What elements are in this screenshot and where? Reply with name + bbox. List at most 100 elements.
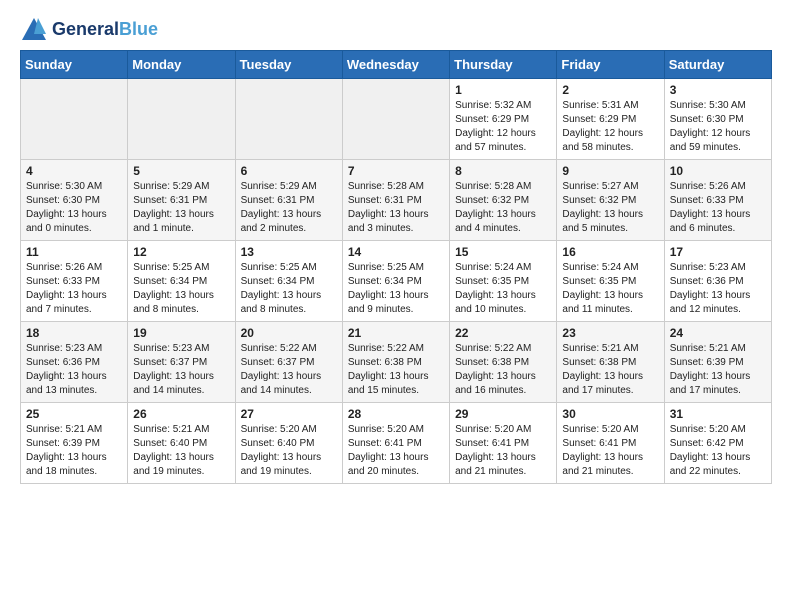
day-number: 27 xyxy=(241,407,337,421)
day-number: 2 xyxy=(562,83,658,97)
day-number: 4 xyxy=(26,164,122,178)
day-number: 21 xyxy=(348,326,444,340)
day-info: Sunrise: 5:24 AM Sunset: 6:35 PM Dayligh… xyxy=(562,261,658,317)
day-number: 22 xyxy=(455,326,551,340)
day-info: Sunrise: 5:30 AM Sunset: 6:30 PM Dayligh… xyxy=(26,180,122,236)
day-number: 26 xyxy=(133,407,229,421)
day-number: 29 xyxy=(455,407,551,421)
column-header-tuesday: Tuesday xyxy=(235,51,342,79)
day-info: Sunrise: 5:20 AM Sunset: 6:41 PM Dayligh… xyxy=(348,423,444,479)
day-number: 14 xyxy=(348,245,444,259)
day-number: 12 xyxy=(133,245,229,259)
calendar-cell: 15 Sunrise: 5:24 AM Sunset: 6:35 PM Dayli… xyxy=(450,241,557,322)
calendar-cell: 29 Sunrise: 5:20 AM Sunset: 6:41 PM Dayli… xyxy=(450,403,557,484)
day-info: Sunrise: 5:26 AM Sunset: 6:33 PM Dayligh… xyxy=(670,180,766,236)
column-header-saturday: Saturday xyxy=(664,51,771,79)
day-info: Sunrise: 5:27 AM Sunset: 6:32 PM Dayligh… xyxy=(562,180,658,236)
day-number: 16 xyxy=(562,245,658,259)
day-info: Sunrise: 5:31 AM Sunset: 6:29 PM Dayligh… xyxy=(562,99,658,155)
calendar-cell: 24Sunrise: 5:21 AM Sunset: 6:39 PM Dayli… xyxy=(664,322,771,403)
day-info: Sunrise: 5:25 AM Sunset: 6:34 PM Dayligh… xyxy=(241,261,337,317)
calendar-cell: 14 Sunrise: 5:25 AM Sunset: 6:34 PM Dayli… xyxy=(342,241,449,322)
column-header-monday: Monday xyxy=(128,51,235,79)
day-number: 30 xyxy=(562,407,658,421)
day-number: 31 xyxy=(670,407,766,421)
calendar-cell: 9 Sunrise: 5:27 AM Sunset: 6:32 PM Daylig… xyxy=(557,160,664,241)
logo-icon xyxy=(20,16,48,44)
column-header-wednesday: Wednesday xyxy=(342,51,449,79)
calendar-cell: 3 Sunrise: 5:30 AM Sunset: 6:30 PM Daylig… xyxy=(664,79,771,160)
calendar-cell: 26 Sunrise: 5:21 AM Sunset: 6:40 PM Dayli… xyxy=(128,403,235,484)
day-number: 18 xyxy=(26,326,122,340)
day-info: Sunrise: 5:23 AM Sunset: 6:36 PM Dayligh… xyxy=(670,261,766,317)
day-number: 6 xyxy=(241,164,337,178)
page-header: GeneralBlue xyxy=(20,16,772,44)
calendar-cell xyxy=(342,79,449,160)
calendar-week-row: 18 Sunrise: 5:23 AM Sunset: 6:36 PM Dayli… xyxy=(21,322,772,403)
day-info: Sunrise: 5:26 AM Sunset: 6:33 PM Dayligh… xyxy=(26,261,122,317)
calendar-cell: 1 Sunrise: 5:32 AM Sunset: 6:29 PM Daylig… xyxy=(450,79,557,160)
day-info: Sunrise: 5:20 AM Sunset: 6:41 PM Dayligh… xyxy=(455,423,551,479)
day-info: Sunrise: 5:23 AM Sunset: 6:37 PM Dayligh… xyxy=(133,342,229,398)
day-info: Sunrise: 5:20 AM Sunset: 6:41 PM Dayligh… xyxy=(562,423,658,479)
day-info: Sunrise: 5:29 AM Sunset: 6:31 PM Dayligh… xyxy=(241,180,337,236)
calendar-cell: 27Sunrise: 5:20 AM Sunset: 6:40 PM Dayli… xyxy=(235,403,342,484)
calendar-cell xyxy=(21,79,128,160)
calendar-cell: 17 Sunrise: 5:23 AM Sunset: 6:36 PM Dayli… xyxy=(664,241,771,322)
day-number: 5 xyxy=(133,164,229,178)
calendar-cell: 13Sunrise: 5:25 AM Sunset: 6:34 PM Dayli… xyxy=(235,241,342,322)
day-info: Sunrise: 5:30 AM Sunset: 6:30 PM Dayligh… xyxy=(670,99,766,155)
calendar-cell: 23 Sunrise: 5:21 AM Sunset: 6:38 PM Dayli… xyxy=(557,322,664,403)
calendar-week-row: 1 Sunrise: 5:32 AM Sunset: 6:29 PM Daylig… xyxy=(21,79,772,160)
day-info: Sunrise: 5:28 AM Sunset: 6:31 PM Dayligh… xyxy=(348,180,444,236)
calendar-cell: 2 Sunrise: 5:31 AM Sunset: 6:29 PM Daylig… xyxy=(557,79,664,160)
day-number: 20 xyxy=(241,326,337,340)
calendar-cell xyxy=(235,79,342,160)
day-number: 7 xyxy=(348,164,444,178)
day-info: Sunrise: 5:25 AM Sunset: 6:34 PM Dayligh… xyxy=(133,261,229,317)
day-info: Sunrise: 5:20 AM Sunset: 6:42 PM Dayligh… xyxy=(670,423,766,479)
day-number: 17 xyxy=(670,245,766,259)
calendar-week-row: 4 Sunrise: 5:30 AM Sunset: 6:30 PM Daylig… xyxy=(21,160,772,241)
day-number: 19 xyxy=(133,326,229,340)
day-info: Sunrise: 5:21 AM Sunset: 6:38 PM Dayligh… xyxy=(562,342,658,398)
logo: GeneralBlue xyxy=(20,16,158,44)
day-number: 24 xyxy=(670,326,766,340)
day-number: 25 xyxy=(26,407,122,421)
calendar-cell: 5Sunrise: 5:29 AM Sunset: 6:31 PM Daylig… xyxy=(128,160,235,241)
calendar-cell: 18 Sunrise: 5:23 AM Sunset: 6:36 PM Dayli… xyxy=(21,322,128,403)
calendar-cell: 22 Sunrise: 5:22 AM Sunset: 6:38 PM Dayli… xyxy=(450,322,557,403)
column-header-sunday: Sunday xyxy=(21,51,128,79)
calendar-cell: 16 Sunrise: 5:24 AM Sunset: 6:35 PM Dayli… xyxy=(557,241,664,322)
day-info: Sunrise: 5:21 AM Sunset: 6:39 PM Dayligh… xyxy=(26,423,122,479)
calendar-cell: 19 Sunrise: 5:23 AM Sunset: 6:37 PM Dayli… xyxy=(128,322,235,403)
day-info: Sunrise: 5:21 AM Sunset: 6:40 PM Dayligh… xyxy=(133,423,229,479)
calendar-cell xyxy=(128,79,235,160)
column-header-friday: Friday xyxy=(557,51,664,79)
calendar-cell: 6 Sunrise: 5:29 AM Sunset: 6:31 PM Daylig… xyxy=(235,160,342,241)
calendar-cell: 31 Sunrise: 5:20 AM Sunset: 6:42 PM Dayli… xyxy=(664,403,771,484)
calendar-cell: 4 Sunrise: 5:30 AM Sunset: 6:30 PM Daylig… xyxy=(21,160,128,241)
calendar-week-row: 11 Sunrise: 5:26 AM Sunset: 6:33 PM Dayli… xyxy=(21,241,772,322)
day-number: 9 xyxy=(562,164,658,178)
day-info: Sunrise: 5:24 AM Sunset: 6:35 PM Dayligh… xyxy=(455,261,551,317)
calendar-cell: 8Sunrise: 5:28 AM Sunset: 6:32 PM Daylig… xyxy=(450,160,557,241)
day-info: Sunrise: 5:22 AM Sunset: 6:38 PM Dayligh… xyxy=(455,342,551,398)
calendar-cell: 25 Sunrise: 5:21 AM Sunset: 6:39 PM Dayli… xyxy=(21,403,128,484)
day-info: Sunrise: 5:32 AM Sunset: 6:29 PM Dayligh… xyxy=(455,99,551,155)
day-number: 28 xyxy=(348,407,444,421)
day-number: 11 xyxy=(26,245,122,259)
day-info: Sunrise: 5:22 AM Sunset: 6:37 PM Dayligh… xyxy=(241,342,337,398)
day-info: Sunrise: 5:22 AM Sunset: 6:38 PM Dayligh… xyxy=(348,342,444,398)
calendar-cell: 28 Sunrise: 5:20 AM Sunset: 6:41 PM Dayli… xyxy=(342,403,449,484)
calendar-cell: 21 Sunrise: 5:22 AM Sunset: 6:38 PM Dayli… xyxy=(342,322,449,403)
day-number: 3 xyxy=(670,83,766,97)
day-info: Sunrise: 5:25 AM Sunset: 6:34 PM Dayligh… xyxy=(348,261,444,317)
day-number: 1 xyxy=(455,83,551,97)
day-number: 15 xyxy=(455,245,551,259)
calendar-week-row: 25 Sunrise: 5:21 AM Sunset: 6:39 PM Dayli… xyxy=(21,403,772,484)
day-info: Sunrise: 5:23 AM Sunset: 6:36 PM Dayligh… xyxy=(26,342,122,398)
day-info: Sunrise: 5:28 AM Sunset: 6:32 PM Dayligh… xyxy=(455,180,551,236)
day-number: 23 xyxy=(562,326,658,340)
calendar-cell: 12 Sunrise: 5:25 AM Sunset: 6:34 PM Dayli… xyxy=(128,241,235,322)
